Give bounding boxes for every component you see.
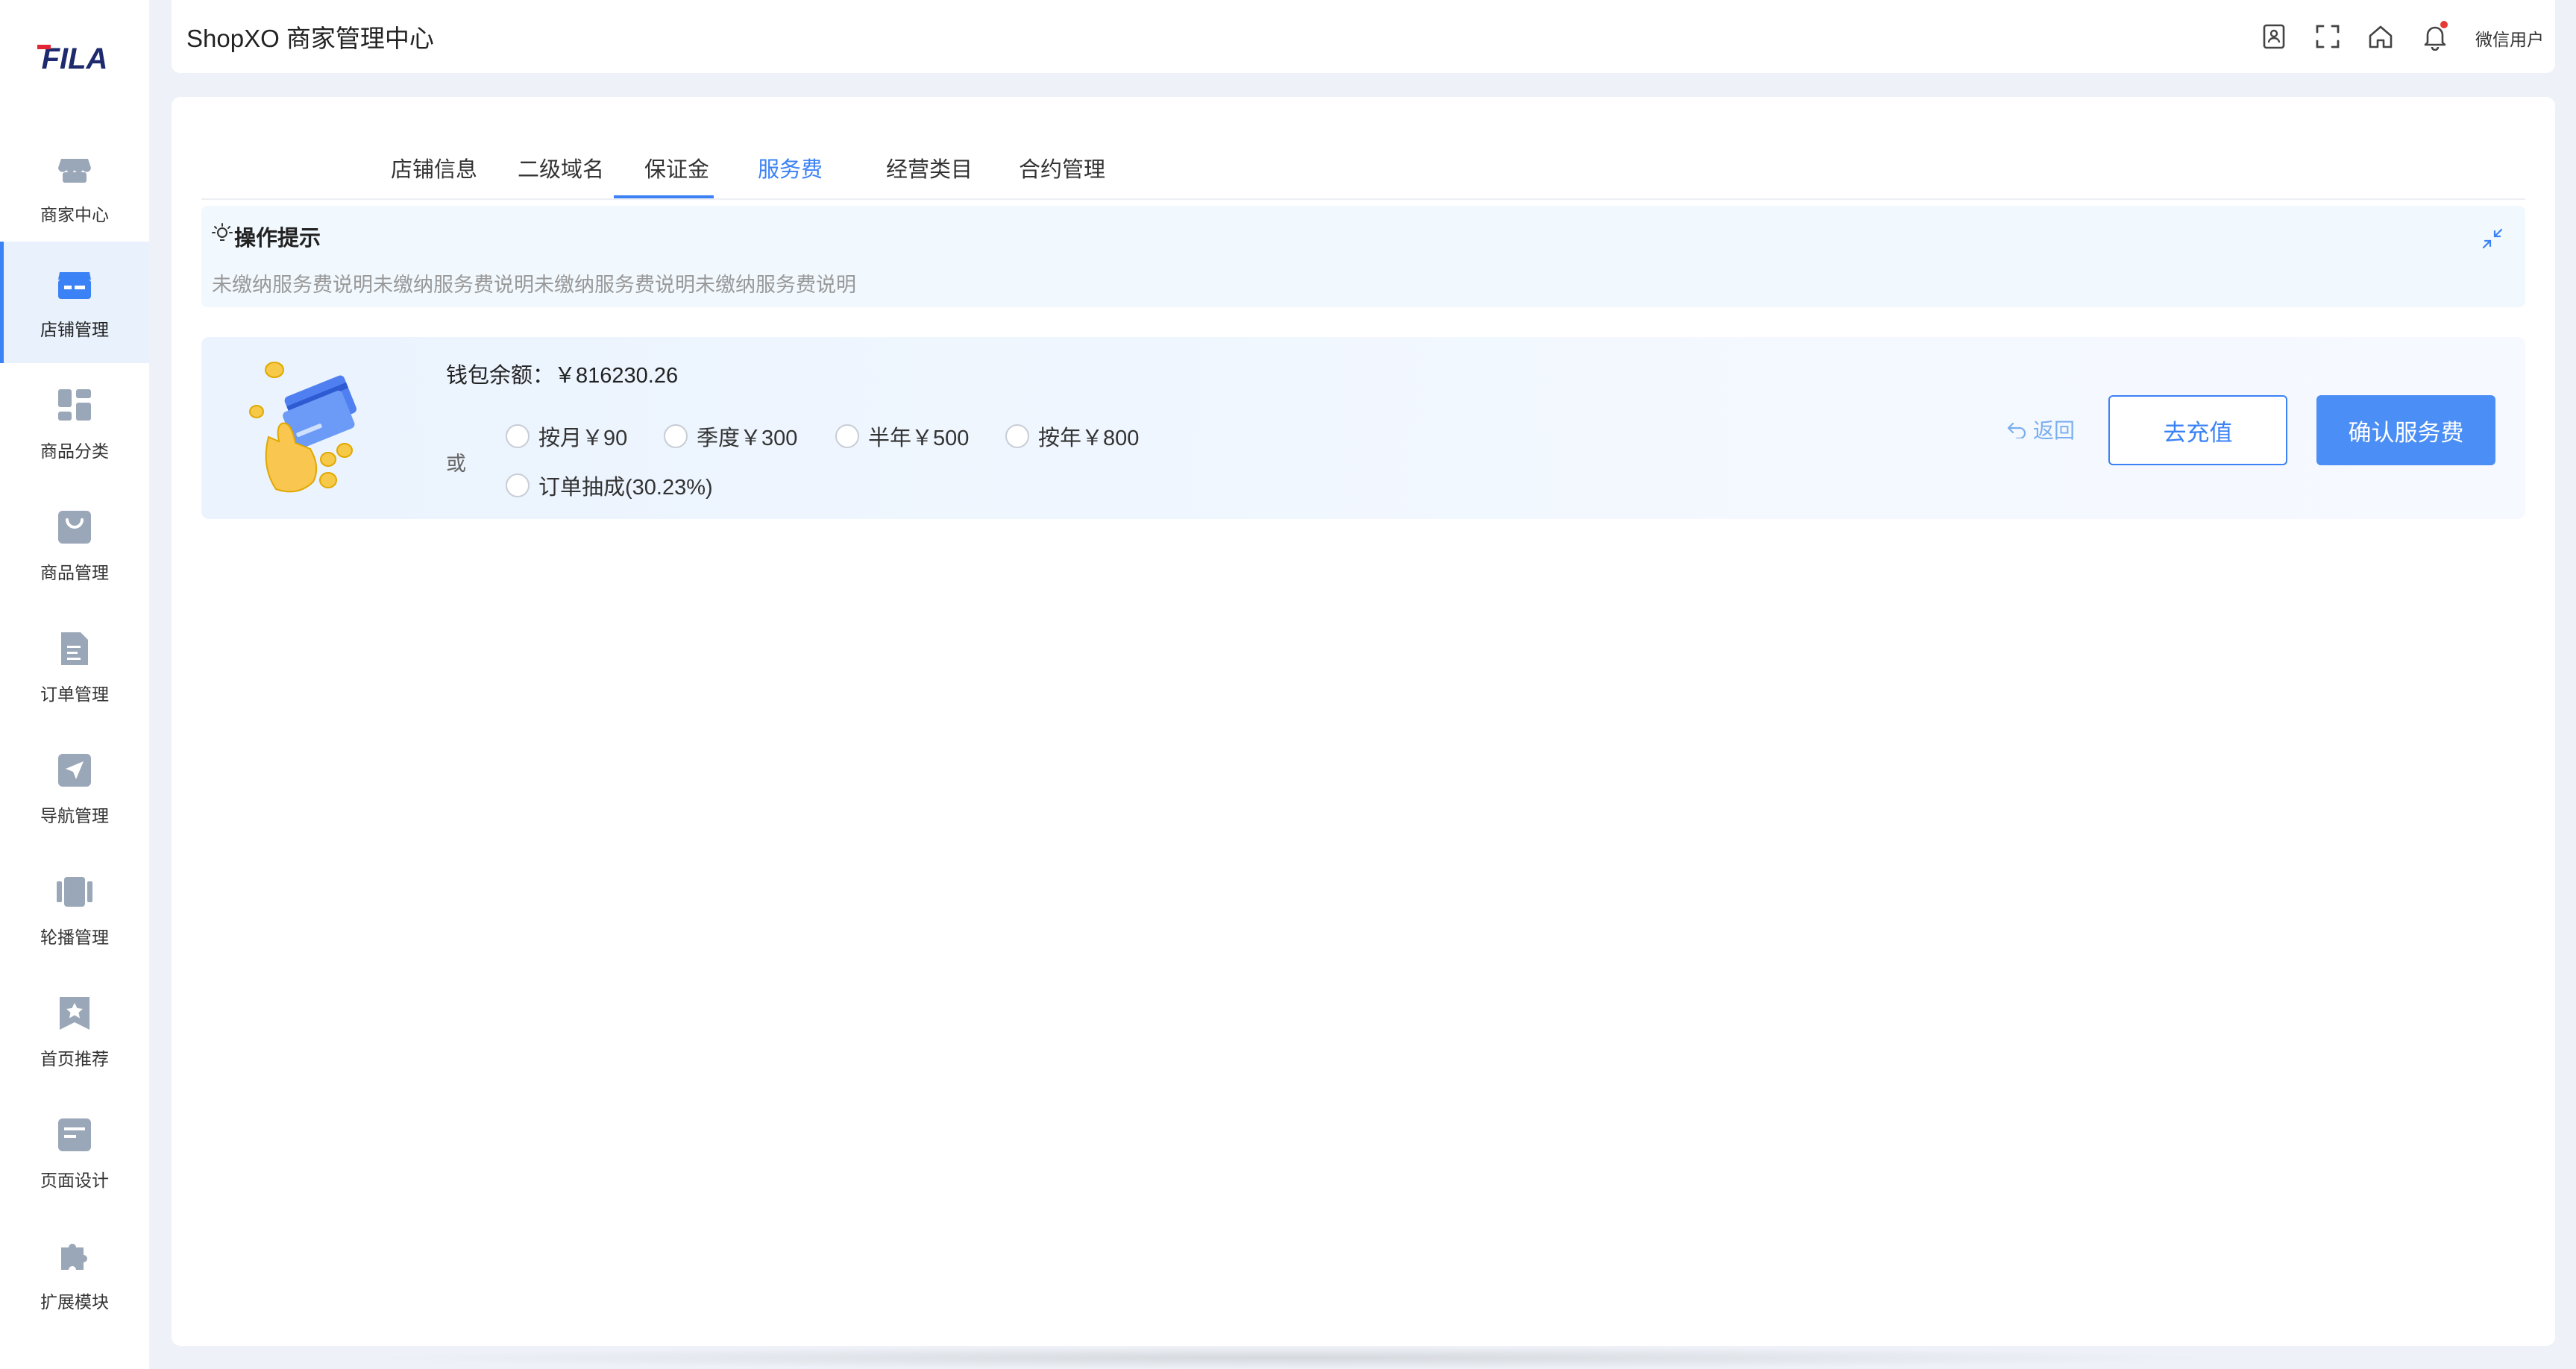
tips-text: 未缴纳服务费说明未缴纳服务费说明未缴纳服务费说明未缴纳服务费说明 (212, 274, 856, 296)
option-half-year[interactable]: 半年￥500 (835, 421, 969, 452)
sidebar-item-label: 店铺管理 (40, 319, 109, 339)
tab-service-fee[interactable]: 服务费 (758, 152, 823, 183)
radio-half-year[interactable] (835, 424, 859, 448)
shopping-bag-icon (58, 510, 91, 544)
brand-logo[interactable]: FILA (33, 43, 116, 73)
or-label: 或 (446, 453, 466, 475)
tab-shop-info[interactable]: 店铺信息 (391, 152, 477, 183)
sidebar-item-label: 轮播管理 (40, 927, 109, 947)
sidebar-item-label: 商品分类 (40, 441, 109, 461)
radio-monthly[interactable] (506, 424, 530, 448)
wallet-cards-illustration-icon (249, 362, 356, 493)
tab-bar: 店铺信息 二级域名 保证金 服务费 经营类目 合约管理 (201, 119, 2525, 200)
option-quarterly-label: 季度￥300 (697, 427, 798, 450)
option-half-year-label: 半年￥500 (868, 427, 970, 450)
navigation-arrow-icon (58, 753, 91, 787)
sidebar-item-label: 商家中心 (40, 204, 109, 224)
tab-contract-management[interactable]: 合约管理 (1019, 152, 1105, 183)
tab-business-category[interactable]: 经营类目 (886, 152, 973, 183)
sidebar-item-carousel-management[interactable]: 轮播管理 (0, 849, 149, 971)
back-label: 返回 (2033, 419, 2076, 442)
sidebar-item-label: 导航管理 (40, 805, 109, 825)
lightbulb-icon (212, 223, 233, 241)
sidebar-item-label: 订单管理 (40, 684, 109, 704)
sidebar-item-page-design[interactable]: 页面设计 (0, 1092, 149, 1214)
category-grid-icon (58, 388, 91, 421)
carousel-icon (57, 876, 92, 907)
option-monthly-label: 按月￥90 (538, 427, 628, 450)
fila-logo-icon: FILA (37, 43, 108, 73)
radio-quarterly[interactable] (664, 424, 688, 448)
fullscreen-icon[interactable] (2313, 22, 2342, 51)
sidebar-item-merchant-center[interactable]: 商家中心 (0, 127, 149, 248)
home-icon[interactable] (2366, 22, 2395, 51)
radio-yearly[interactable] (1005, 424, 1029, 448)
tips-title: 操作提示 (234, 227, 321, 251)
back-arrow-icon (2007, 422, 2026, 438)
sidebar-item-label: 首页推荐 (40, 1048, 109, 1069)
sidebar-item-label: 扩展模块 (40, 1291, 109, 1312)
collapse-icon[interactable] (2481, 227, 2504, 251)
document-icon (61, 632, 88, 665)
notification-badge (2439, 19, 2449, 30)
star-bookmark-icon (60, 996, 89, 1030)
logo-text: FILA (42, 43, 108, 73)
sidebar-item-label: 页面设计 (40, 1170, 109, 1190)
bottom-shadow (358, 1347, 2222, 1369)
back-link[interactable]: 返回 (2006, 415, 2075, 444)
confirm-service-fee-button[interactable]: 确认服务费 (2316, 395, 2495, 465)
wallet-balance: 钱包余额：￥816230.26 (446, 358, 678, 389)
page-title: ShopXO 商家管理中心 (186, 25, 434, 52)
main-panel: 店铺信息 二级域名 保证金 服务费 经营类目 合约管理 操作提示 未缴纳服务费说… (172, 97, 2555, 1346)
sidebar-item-product-category[interactable]: 商品分类 (0, 363, 149, 485)
page-layout-icon (58, 1118, 91, 1151)
option-quarterly[interactable]: 季度￥300 (664, 421, 797, 452)
option-yearly-label: 按年￥800 (1038, 427, 1140, 450)
sidebar-item-shop-management[interactable]: 店铺管理 (0, 242, 149, 363)
option-order-commission-label: 订单抽成(30.23%) (538, 476, 713, 500)
sidebar-item-navigation-management[interactable]: 导航管理 (0, 728, 149, 849)
sidebar-item-extension-module[interactable]: 扩展模块 (0, 1214, 149, 1335)
active-tab-indicator (614, 195, 714, 198)
top-header: ShopXO 商家管理中心 微信用户 (172, 0, 2555, 73)
tab-subdomain[interactable]: 二级域名 (518, 152, 604, 183)
sidebar: FILA 商家中心 店铺管理 商品分类 商品管理 订单管理 导航管理 轮播管理 … (0, 0, 149, 1369)
option-monthly[interactable]: 按月￥90 (506, 421, 627, 452)
contact-book-icon[interactable] (2260, 22, 2288, 51)
option-yearly[interactable]: 按年￥800 (1005, 421, 1139, 452)
sidebar-item-homepage-recommend[interactable]: 首页推荐 (0, 971, 149, 1092)
store-awning-icon (58, 158, 91, 183)
user-name[interactable]: 微信用户 (2475, 25, 2544, 51)
radio-order-commission[interactable] (506, 473, 530, 497)
operation-tips: 操作提示 未缴纳服务费说明未缴纳服务费说明未缴纳服务费说明未缴纳服务费说明 (201, 206, 2525, 307)
service-fee-card: 钱包余额：￥816230.26 或 按月￥90 季度￥300 半年￥500 按年… (201, 337, 2525, 519)
sidebar-item-label: 商品管理 (40, 562, 109, 582)
balance-value: ￥816230.26 (554, 364, 679, 388)
sidebar-item-product-management[interactable]: 商品管理 (0, 485, 149, 606)
shop-icon (58, 271, 91, 299)
balance-label: 钱包余额： (446, 364, 555, 388)
tab-deposit[interactable]: 保证金 (644, 152, 709, 183)
notification-bell[interactable] (2421, 19, 2449, 51)
puzzle-icon (61, 1243, 87, 1270)
option-order-commission[interactable]: 订单抽成(30.23%) (506, 470, 713, 501)
sidebar-item-order-management[interactable]: 订单管理 (0, 606, 149, 728)
recharge-button[interactable]: 去充值 (2108, 395, 2287, 465)
